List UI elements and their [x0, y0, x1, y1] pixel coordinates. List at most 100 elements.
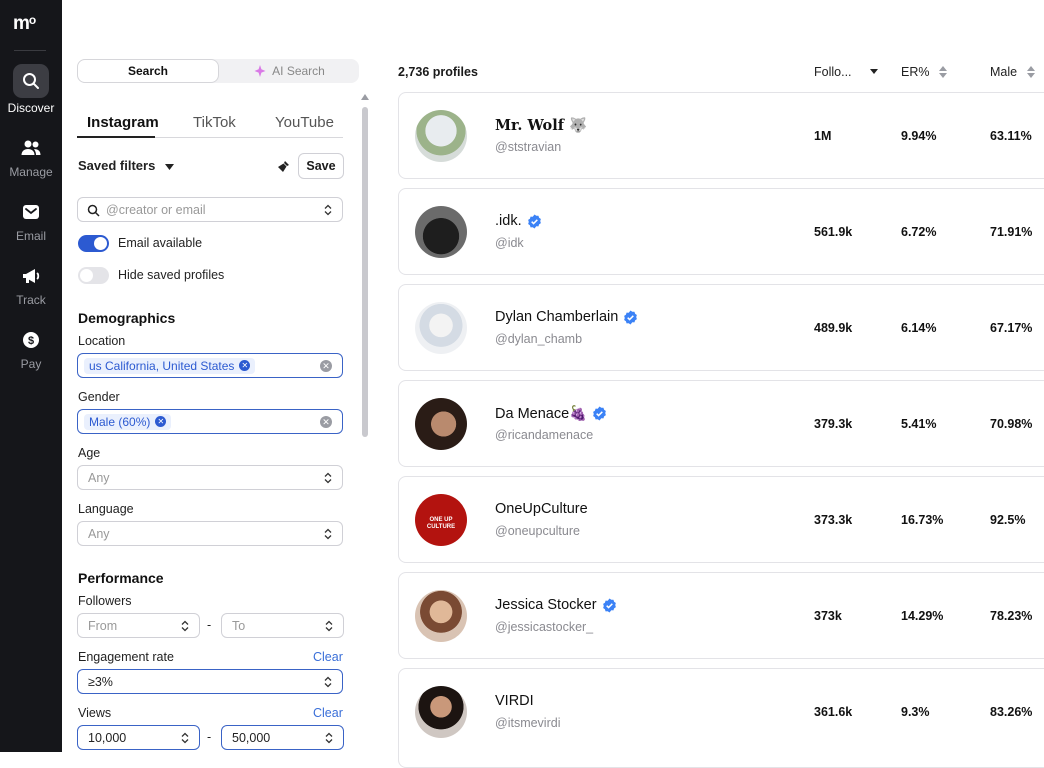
chip-remove-icon[interactable]: ✕ — [239, 360, 251, 371]
nav-item-manage[interactable]: Manage — [0, 136, 62, 179]
sort-icon — [939, 66, 948, 78]
clear-field-icon[interactable]: ✕ — [320, 416, 332, 428]
profile-name[interactable]: Da Menace🍇 — [495, 405, 607, 422]
nav-item-pay[interactable]: $ Pay — [0, 328, 62, 371]
age-select[interactable]: Any — [77, 465, 343, 490]
gender-chip-label: Male (60%) — [89, 414, 151, 429]
avatar — [415, 110, 467, 162]
avatar — [415, 302, 467, 354]
saved-filters-dropdown[interactable]: Saved filters — [78, 158, 174, 173]
email-available-toggle[interactable] — [78, 235, 109, 252]
profile-count: 2,736 profiles — [398, 65, 478, 79]
people-icon — [21, 140, 41, 155]
profile-handle: @idk — [495, 236, 524, 250]
profile-card[interactable]: .idk. @idk 561.9k 6.72% 71.91% — [398, 188, 1044, 275]
avatar — [415, 590, 467, 642]
language-select[interactable]: Any — [77, 521, 343, 546]
views-from-select[interactable]: 10,000 — [77, 725, 200, 750]
saved-filters-label: Saved filters — [78, 158, 156, 173]
engagement-label: Engagement rate — [78, 650, 174, 664]
engagement-select[interactable]: ≥3% — [77, 669, 343, 694]
filter-scrollbar[interactable] — [360, 92, 370, 752]
er-value: 5.41% — [901, 417, 937, 431]
followers-from-select[interactable]: From — [77, 613, 200, 638]
profile-handle: @ricandamenace — [495, 428, 594, 442]
range-dash: - — [207, 618, 212, 632]
views-to-value: 50,000 — [232, 730, 271, 745]
er-value: 16.73% — [901, 513, 944, 527]
views-label: Views — [78, 706, 112, 720]
profile-card[interactable]: Dylan Chamberlain @dylan_chamb 489.9k 6.… — [398, 284, 1044, 371]
followers-value: 1M — [814, 129, 832, 143]
views-clear-link[interactable]: Clear — [313, 706, 343, 720]
column-header-er[interactable]: ER% — [901, 65, 951, 79]
save-button[interactable]: Save — [298, 153, 344, 179]
nav-item-email[interactable]: Email — [0, 200, 62, 243]
profile-name[interactable]: Dylan Chamberlain — [495, 309, 638, 325]
followers-from-value: From — [88, 618, 118, 633]
followers-to-select[interactable]: To — [221, 613, 344, 638]
avatar — [415, 686, 467, 738]
profile-handle: @oneupculture — [495, 524, 580, 538]
gender-field[interactable]: Male (60%) ✕ ✕ — [77, 409, 343, 434]
chip-remove-icon[interactable]: ✕ — [155, 416, 167, 427]
column-header-label: ER% — [901, 65, 930, 79]
filter-panel: Search AI Search Instagram TikTok YouTub… — [62, 0, 374, 752]
profile-name[interactable]: VIRDI — [495, 693, 534, 709]
tab-instagram[interactable]: Instagram — [87, 114, 159, 131]
toggle-knob — [94, 237, 107, 250]
male-value: 71.91% — [990, 225, 1033, 239]
profile-card[interactable]: Mr. Wolf 🐺 @ststravian 1M 9.94% 63.11% — [398, 92, 1044, 179]
column-header-followers[interactable]: Follo... — [814, 65, 878, 79]
broom-icon[interactable] — [277, 160, 290, 173]
profile-card[interactable]: Da Menace🍇 @ricandamenace 379.3k 5.41% 7… — [398, 380, 1044, 467]
clear-field-icon[interactable]: ✕ — [320, 360, 332, 372]
tab-tiktok[interactable]: TikTok — [193, 114, 236, 131]
ai-search-tab[interactable]: AI Search — [219, 59, 359, 83]
platform-tabs: Instagram TikTok YouTube — [77, 110, 343, 138]
scroll-up-arrow-icon[interactable] — [361, 94, 369, 100]
followers-value: 373.3k — [814, 513, 853, 527]
gender-chip: Male (60%) ✕ — [84, 413, 172, 430]
followers-to-value: To — [232, 618, 246, 633]
profile-name[interactable]: OneUpCulture — [495, 501, 588, 517]
er-value: 14.29% — [901, 609, 944, 623]
profile-name[interactable]: Mr. Wolf 🐺 — [495, 117, 587, 134]
updown-caret-icon — [324, 204, 332, 216]
profile-card[interactable]: ONE UP CULTURE OneUpCulture @oneupcultur… — [398, 476, 1044, 563]
profile-name[interactable]: Jessica Stocker — [495, 597, 617, 613]
verified-badge-icon — [602, 597, 616, 613]
profile-handle: @ststravian — [495, 140, 562, 154]
profile-handle: @itsmevirdi — [495, 716, 561, 730]
tab-youtube[interactable]: YouTube — [275, 114, 334, 131]
app-logo[interactable]: mo — [13, 13, 36, 35]
verified-badge-icon — [593, 406, 607, 421]
profile-name-label: OneUpCulture — [495, 501, 588, 517]
profile-card[interactable]: Jessica Stocker @jessicastocker_ 373k 14… — [398, 572, 1044, 659]
views-to-select[interactable]: 50,000 — [221, 725, 344, 750]
profile-name[interactable]: .idk. — [495, 213, 542, 229]
updown-caret-icon — [324, 676, 332, 688]
hide-saved-toggle[interactable] — [78, 267, 109, 284]
followers-value: 489.9k — [814, 321, 853, 335]
column-header-male[interactable]: Male — [990, 65, 1039, 79]
column-header-label: Male — [990, 65, 1018, 79]
nav-item-discover[interactable]: Discover — [0, 64, 62, 115]
engagement-clear-link[interactable]: Clear — [313, 650, 343, 664]
verified-badge-icon — [624, 309, 638, 325]
location-label: Location — [78, 334, 126, 348]
search-tab[interactable]: Search — [77, 59, 219, 83]
avatar — [415, 398, 467, 450]
dollar-coin-icon: $ — [23, 332, 39, 348]
profile-name-label: Dylan Chamberlain — [495, 309, 619, 325]
sort-icon — [1027, 66, 1036, 78]
megaphone-icon — [23, 269, 40, 283]
avatar-text: ONE UP CULTURE — [426, 517, 456, 530]
ai-search-label: AI Search — [272, 64, 325, 78]
profile-card[interactable]: VIRDI @itsmevirdi 361.6k 9.3% 83.26% — [398, 668, 1044, 768]
location-field[interactable]: us California, United States ✕ ✕ — [77, 353, 343, 378]
language-label: Language — [78, 502, 134, 516]
scrollbar-thumb[interactable] — [362, 107, 368, 437]
creator-search-input[interactable]: @creator or email — [77, 197, 343, 222]
nav-item-track[interactable]: Track — [0, 264, 62, 307]
